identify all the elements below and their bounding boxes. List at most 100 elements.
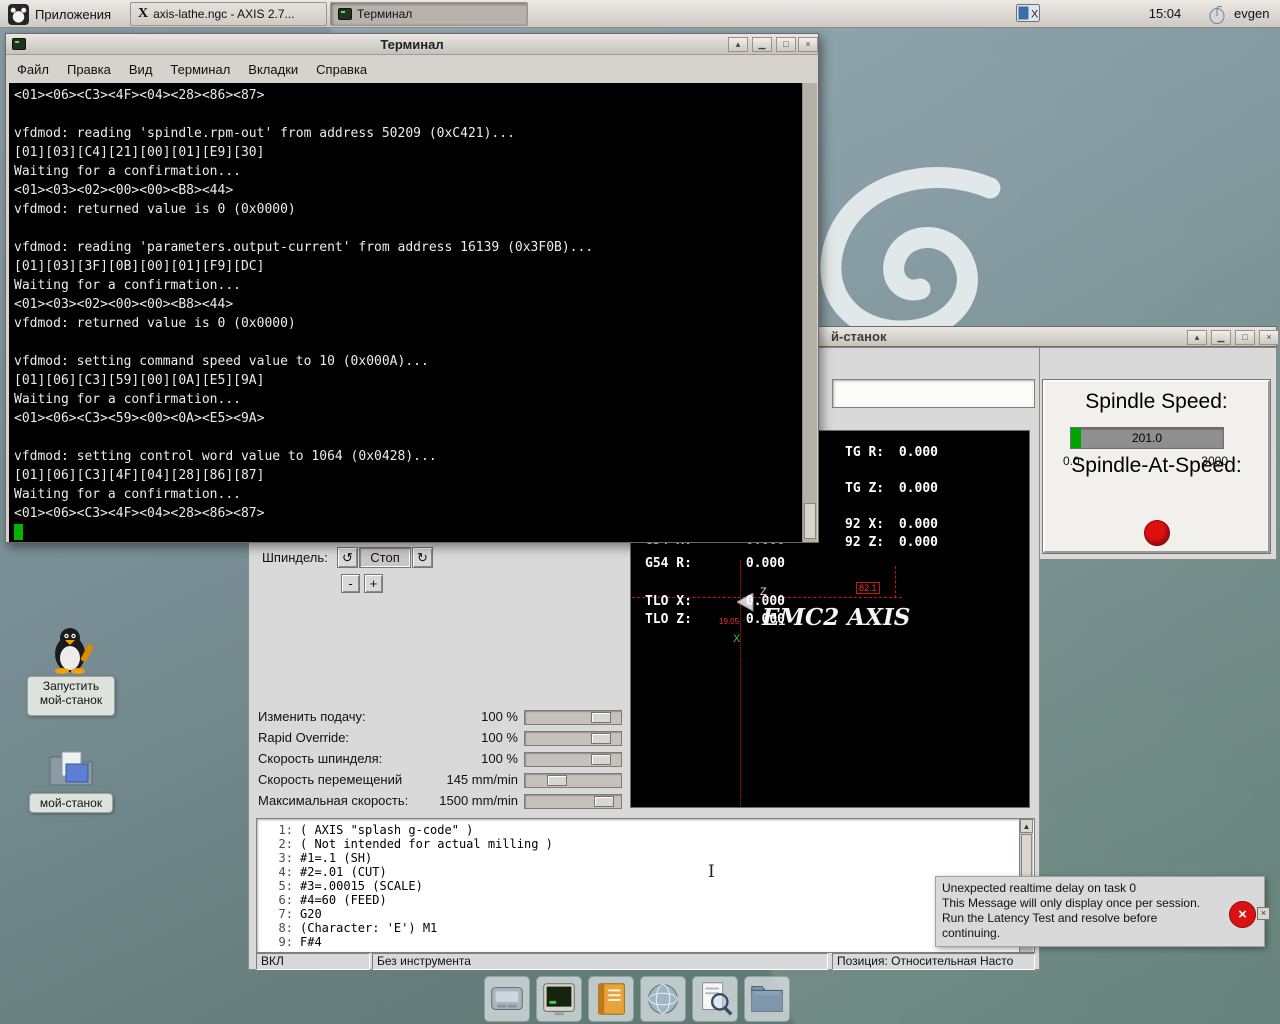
dro-row: G54 R: — [645, 556, 692, 571]
spindle-override-slider[interactable] — [524, 752, 622, 767]
file-manager-launcher[interactable] — [744, 976, 790, 1022]
gcode-line[interactable]: 1:( AXIS "splash g-code" ) — [259, 823, 553, 837]
spindle-stop-label: Стоп — [370, 550, 400, 565]
cw-arrow-icon: ↻ — [417, 550, 428, 565]
machine-folder-icon[interactable] — [47, 748, 95, 788]
terminal-minimize-button[interactable]: ▁ — [752, 37, 772, 52]
terminal-launcher[interactable] — [536, 976, 582, 1022]
mouse-tray-icon[interactable] — [1206, 5, 1228, 24]
launch-machine-label[interactable]: Запустить мой-станок — [27, 676, 115, 716]
menu-view[interactable]: Вид — [120, 62, 162, 77]
keyboard-layout-tray-icon[interactable]: X — [1016, 3, 1041, 24]
gcode-line[interactable]: 3: #1=.1 (SH) — [259, 851, 553, 865]
launch-machine-label-line2: мой-станок — [39, 693, 103, 707]
status-power: ВКЛ — [256, 953, 370, 970]
terminal-icon — [543, 983, 575, 1016]
axis-maximize-button[interactable]: □ — [1235, 330, 1255, 345]
menu-tabs[interactable]: Вкладки — [239, 62, 307, 77]
terminal-shade-button[interactable]: ▴ — [728, 37, 748, 52]
dro-value: 0.000 — [745, 594, 785, 609]
username: evgen — [1234, 6, 1270, 21]
taskbar-button-axis-label: axis-lathe.ngc - AXIS 2.7... — [153, 7, 295, 21]
jog-speed-slider[interactable] — [524, 773, 622, 788]
terminal-line: Waiting for a confirmation... — [14, 487, 241, 502]
spindle-stop-button[interactable]: Стоп — [359, 547, 411, 568]
gcode-line[interactable]: 4: #2=.01 (CUT) — [259, 865, 553, 879]
applications-menu-button[interactable]: Приложения — [4, 2, 115, 26]
web-browser-launcher[interactable] — [640, 976, 686, 1022]
terminal-close-button[interactable]: × — [798, 37, 818, 52]
spindle-override-value: 100 % — [481, 751, 518, 766]
spindle-cw-button[interactable]: ↻ — [412, 547, 433, 568]
preview-x-axis-label: X — [733, 633, 741, 645]
gcode-line[interactable]: 9: F#4 — [259, 935, 553, 949]
feed-override-slider[interactable] — [524, 710, 622, 725]
dro-row: TG R: — [845, 445, 885, 460]
rapid-override-value: 100 % — [481, 730, 518, 745]
address-book-launcher[interactable] — [588, 976, 634, 1022]
gcode-listing[interactable]: 1:( AXIS "splash g-code" ) 2:( Not inten… — [256, 818, 1035, 953]
gcode-line[interactable]: 5: #3=.00015 (SCALE) — [259, 879, 553, 893]
gcode-line[interactable]: 2:( Not intended for actual milling ) — [259, 837, 553, 851]
terminal-scroll-thumb[interactable] — [804, 503, 816, 539]
debian-swirl-logo — [820, 167, 1001, 342]
terminal-maximize-button[interactable]: □ — [776, 37, 796, 52]
slider-thumb[interactable] — [594, 796, 614, 807]
dro-row: TLO Z: — [645, 612, 692, 627]
folder-icon — [751, 986, 783, 1012]
menu-terminal[interactable]: Терминал — [161, 62, 239, 77]
axis-shade-button[interactable]: ▴ — [1187, 330, 1207, 345]
terminal-line: Waiting for a confirmation... — [14, 164, 241, 179]
terminal-output[interactable]: <01><06><C3><4F><04><28><86><87> vfdmod:… — [9, 83, 802, 542]
slider-thumb[interactable] — [547, 775, 567, 786]
address-book-icon — [598, 983, 625, 1015]
error-line: Unexpected realtime delay on task 0 — [942, 881, 1137, 895]
machine-folder-label[interactable]: мой-станок — [29, 793, 113, 813]
terminal-line: vfdmod: reading 'parameters.output-curre… — [14, 240, 594, 255]
terminal-titlebar[interactable]: Терминал ▴ ▁ □ × — [6, 34, 818, 55]
menu-edit[interactable]: Правка — [58, 62, 120, 77]
slider-thumb[interactable] — [591, 733, 611, 744]
spindle-faster-button[interactable]: + — [364, 574, 383, 593]
spindle-speed-panel: Spindle Speed: 201.0 0.0 3000 Spindle-At… — [1042, 379, 1271, 554]
show-desktop-button[interactable] — [484, 976, 530, 1022]
rapid-override-slider[interactable] — [524, 731, 622, 746]
status-position: Позиция: Относительная Насто — [832, 953, 1035, 970]
slider-thumb[interactable] — [591, 754, 611, 765]
terminal-line: Waiting for a confirmation... — [14, 392, 241, 407]
error-dismiss-button[interactable]: × — [1229, 901, 1256, 928]
terminal-scrollbar[interactable] — [802, 83, 817, 542]
max-velocity-slider[interactable] — [524, 794, 622, 809]
menu-file[interactable]: Файл — [8, 62, 58, 77]
close-icon: × — [1238, 906, 1247, 923]
axis-minimize-button[interactable]: ▁ — [1211, 330, 1231, 345]
file-search-launcher[interactable] — [692, 976, 738, 1022]
spindle-at-speed-led — [1144, 520, 1170, 546]
taskbar: Приложения X axis-lathe.ngc - AXIS 2.7..… — [0, 0, 1280, 28]
axis-window-title: й-станок — [831, 329, 887, 344]
feed-override-value: 100 % — [481, 709, 518, 724]
gcode-line[interactable]: 7: G20 — [259, 907, 553, 921]
magnifier-document-icon — [702, 982, 733, 1016]
gcode-line[interactable]: 6: #4=60 (FEED) — [259, 893, 553, 907]
spindle-ccw-button[interactable]: ↺ — [337, 547, 358, 568]
launch-machine-icon[interactable] — [48, 624, 94, 674]
taskbar-button-axis[interactable]: X axis-lathe.ngc - AXIS 2.7... — [130, 2, 327, 26]
taskbar-button-terminal[interactable]: Терминал — [330, 2, 528, 26]
clock[interactable]: 15:04 — [1142, 0, 1188, 28]
slider-thumb[interactable] — [591, 712, 611, 723]
terminal-line: vfdmod: reading 'spindle.rpm-out' from a… — [14, 126, 515, 141]
touchpad-icon — [491, 987, 523, 1010]
axis-close-button[interactable]: × — [1259, 330, 1279, 345]
spindle-slower-button[interactable]: - — [341, 574, 360, 593]
terminal-line: [01][06][C3][59][00][0A][E5][9A] — [14, 373, 265, 388]
terminal-line: vfdmod: setting command speed value to 1… — [14, 354, 429, 369]
scroll-up-arrow-icon[interactable]: ▲ — [1020, 819, 1033, 833]
gcode-line[interactable]: 8: (Character: 'E') M1 — [259, 921, 553, 935]
error-close-box[interactable]: × — [1257, 907, 1270, 920]
folder-document-icon — [49, 751, 93, 786]
menu-help[interactable]: Справка — [307, 62, 376, 77]
